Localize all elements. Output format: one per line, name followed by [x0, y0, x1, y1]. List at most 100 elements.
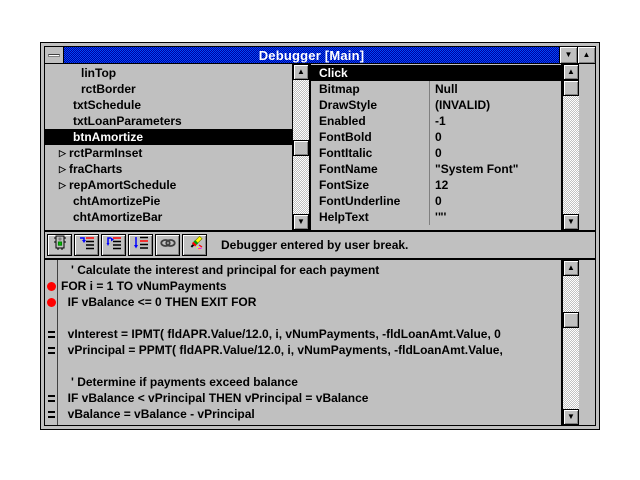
chevron-down-icon: ▼ — [565, 51, 573, 59]
traffic-light-icon — [52, 235, 68, 256]
arrow-down-icon: ▼ — [567, 218, 575, 226]
scroll-track[interactable] — [563, 80, 579, 214]
arrow-up-icon: ▲ — [567, 68, 575, 76]
property-row[interactable]: HelpText'"' — [311, 209, 561, 225]
debugger-window: Debugger [Main] ▼ ▲ linToprctBordertxtSc… — [40, 42, 600, 430]
code-line[interactable]: FOR i = 1 TO vNumPayments — [61, 278, 561, 294]
top-panels: linToprctBordertxtScheduletxtLoanParamet… — [45, 64, 595, 230]
property-value: '"' — [429, 209, 561, 225]
gutter-cell-statement[interactable] — [45, 390, 57, 406]
step-into-button[interactable] — [74, 234, 99, 256]
selected-event-row[interactable]: Click — [311, 65, 561, 81]
window-menu-dash-icon — [48, 54, 60, 57]
property-row[interactable]: DrawStyle(INVALID) — [311, 97, 561, 113]
statement-marker-icon[interactable] — [48, 347, 55, 354]
control-name: chtAmortizeBar — [73, 209, 162, 225]
control-name: fraCharts — [69, 161, 122, 177]
code-line[interactable]: ' Determine if payments exceed balance — [61, 374, 561, 390]
property-name: Bitmap — [311, 81, 429, 97]
clear-breakpoints-button[interactable] — [182, 234, 207, 256]
property-value: "System Font" — [429, 161, 561, 177]
arrow-down-icon: ▼ — [297, 218, 305, 226]
breakpoint-icon[interactable] — [47, 282, 56, 291]
minimize-button[interactable]: ▼ — [559, 47, 577, 63]
gutter-cell-empty[interactable] — [45, 374, 57, 390]
code-line[interactable]: ' Calculate the interest and principal f… — [61, 262, 561, 278]
gutter-cell-breakpoint[interactable] — [45, 278, 57, 294]
property-row[interactable]: FontItalic0 — [311, 145, 561, 161]
gutter-cell-statement[interactable] — [45, 342, 57, 358]
property-value: 0 — [429, 145, 561, 161]
breakpoint-gutter[interactable] — [45, 260, 58, 425]
code-line[interactable]: vInterest = IPMT( fldAPR.Value/12.0, i, … — [61, 326, 561, 342]
list-item[interactable]: ▷fraCharts — [45, 161, 292, 177]
scroll-up-button[interactable]: ▲ — [563, 64, 579, 80]
code-listing[interactable]: ' Calculate the interest and principal f… — [58, 260, 562, 425]
step-out-button[interactable] — [128, 234, 153, 256]
property-row[interactable]: FontSize12 — [311, 177, 561, 193]
clear-breakpoints-icon — [187, 235, 203, 256]
breakpoint-icon[interactable] — [47, 298, 56, 307]
debug-toolbar: Debugger entered by user break. — [45, 232, 595, 258]
list-item[interactable]: chtAmortizeBar — [45, 209, 292, 225]
controls-list-scrollbar[interactable]: ▲ ▼ — [292, 64, 309, 230]
scroll-down-button[interactable]: ▼ — [563, 409, 579, 425]
statement-marker-icon[interactable] — [48, 331, 55, 338]
expander-triangle-icon[interactable]: ▷ — [59, 177, 69, 193]
step-over-button[interactable] — [101, 234, 126, 256]
gutter-cell-empty[interactable] — [45, 358, 57, 374]
expander-triangle-icon[interactable]: ▷ — [59, 145, 69, 161]
code-line[interactable]: vBalance = vBalance - vPrincipal — [61, 406, 561, 422]
property-row[interactable]: FontUnderline0 — [311, 193, 561, 209]
code-scrollbar[interactable]: ▲ ▼ — [562, 260, 579, 425]
control-name: rctParmInset — [69, 145, 142, 161]
scroll-up-button[interactable]: ▲ — [563, 260, 579, 276]
list-item[interactable]: txtLoanParameters — [45, 113, 292, 129]
gutter-cell-empty[interactable] — [45, 310, 57, 326]
properties-scrollbar[interactable]: ▲ ▼ — [562, 64, 579, 230]
control-name: repAmortSchedule — [69, 177, 176, 193]
scroll-thumb[interactable] — [293, 140, 309, 156]
code-line[interactable] — [61, 358, 561, 374]
code-line[interactable] — [61, 310, 561, 326]
property-row[interactable]: FontBold0 — [311, 129, 561, 145]
gutter-cell-statement[interactable] — [45, 406, 57, 422]
expander-triangle-icon[interactable]: ▷ — [59, 161, 69, 177]
scroll-down-button[interactable]: ▼ — [293, 214, 309, 230]
calls-button[interactable] — [155, 234, 180, 256]
gutter-cell-breakpoint[interactable] — [45, 294, 57, 310]
titlebar[interactable]: Debugger [Main] — [64, 47, 559, 63]
code-line[interactable]: IF vBalance <= 0 THEN EXIT FOR — [61, 294, 561, 310]
property-name: FontBold — [311, 129, 429, 145]
statement-marker-icon[interactable] — [48, 395, 55, 402]
property-value: Null — [429, 81, 561, 97]
list-item[interactable]: txtSchedule — [45, 97, 292, 113]
code-line[interactable]: vPrincipal = PPMT( fldAPR.Value/12.0, i,… — [61, 342, 561, 358]
right-margin — [579, 260, 595, 425]
property-row[interactable]: FontName"System Font" — [311, 161, 561, 177]
property-row[interactable]: BitmapNull — [311, 81, 561, 97]
statement-marker-icon[interactable] — [48, 411, 55, 418]
scroll-thumb[interactable] — [563, 80, 579, 96]
scroll-track[interactable] — [293, 80, 309, 214]
list-item[interactable]: chtAmortizePie — [45, 193, 292, 209]
list-item[interactable]: linTop — [45, 65, 292, 81]
run-button[interactable] — [47, 234, 72, 256]
property-value: 0 — [429, 193, 561, 209]
scroll-thumb[interactable] — [563, 312, 579, 328]
gutter-cell-empty[interactable] — [45, 262, 57, 278]
code-line[interactable]: IF vBalance < vPrincipal THEN vPrincipal… — [61, 390, 561, 406]
list-item[interactable]: ▷repAmortSchedule — [45, 177, 292, 193]
scroll-up-button[interactable]: ▲ — [293, 64, 309, 80]
selected-event-label: Click — [319, 66, 348, 80]
list-item[interactable]: btnAmortize — [45, 129, 292, 145]
scroll-track[interactable] — [563, 276, 579, 409]
gutter-cell-statement[interactable] — [45, 326, 57, 342]
scroll-down-button[interactable]: ▼ — [563, 214, 579, 230]
maximize-button[interactable]: ▲ — [577, 47, 595, 63]
system-menu-button[interactable] — [45, 47, 64, 63]
list-item[interactable]: ▷rctParmInset — [45, 145, 292, 161]
property-row[interactable]: Enabled-1 — [311, 113, 561, 129]
control-name: linTop — [81, 65, 116, 81]
list-item[interactable]: rctBorder — [45, 81, 292, 97]
